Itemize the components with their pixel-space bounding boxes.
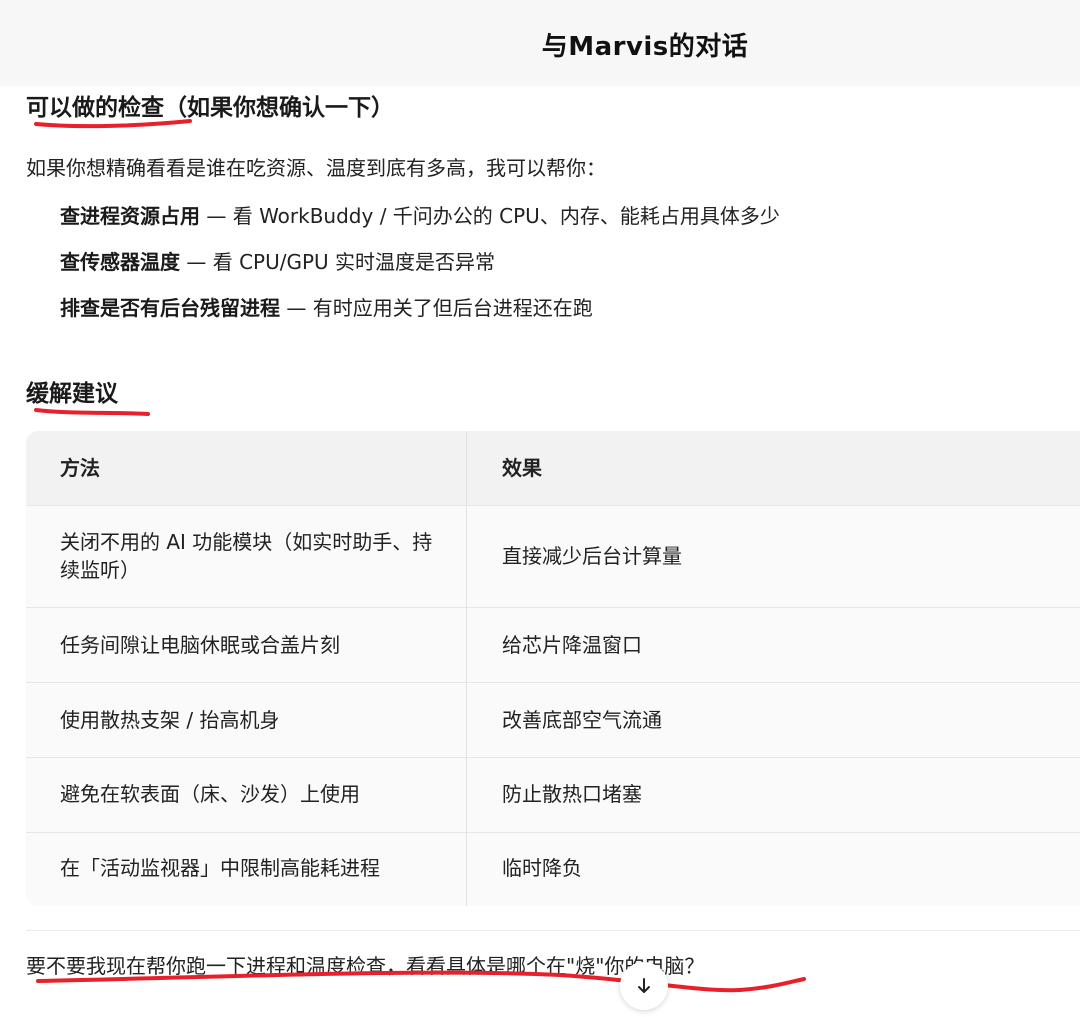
table-header-row: 方法 效果 (26, 431, 1080, 506)
section-heading-advice: 缓解建议 (26, 381, 118, 407)
followup-question: 要不要我现在帮你跑一下进程和温度检查，看看具体是哪个在"烧"你的电脑？ (26, 954, 705, 978)
table-row: 关闭不用的 AI 功能模块（如实时助手、持续监听） 直接减少后台计算量 (26, 506, 1080, 608)
checks-intro: 如果你想精确看看是谁在吃资源、温度到底有多高，我可以帮你： (26, 156, 606, 180)
check-item-desc: — 看 CPU/GPU 实时温度是否异常 (180, 250, 496, 274)
table-cell-effect: 改善底部空气流通 (502, 708, 662, 732)
table-row: 使用散热支架 / 抬高机身 改善底部空气流通 (26, 683, 1080, 758)
table-cell-effect: 给芯片降温窗口 (502, 633, 642, 657)
section-heading-checks: 可以做的检查（如果你想确认一下） (26, 95, 394, 121)
check-item-desc: — 看 WorkBuddy / 千问办公的 CPU、内存、能耗占用具体多少 (200, 204, 780, 228)
table-cell-method: 使用散热支架 / 抬高机身 (60, 708, 280, 732)
check-item: 排查是否有后台残留进程 — 有时应用关了但后台进程还在跑 (60, 292, 593, 321)
table-cell-method: 关闭不用的 AI 功能模块（如实时助手、持续监听） (60, 530, 433, 582)
check-item-title: 查传感器温度 (60, 250, 180, 274)
table-row: 在「活动监视器」中限制高能耗进程 临时降负 (26, 832, 1080, 906)
table-header-effect: 效果 (502, 456, 542, 480)
table-cell-effect: 临时降负 (502, 856, 582, 880)
check-item-title: 查进程资源占用 (60, 204, 200, 228)
divider (26, 930, 1080, 931)
table-cell-effect: 直接减少后台计算量 (502, 544, 682, 568)
check-item-title: 排查是否有后台残留进程 (60, 296, 280, 320)
advice-table: 方法 效果 关闭不用的 AI 功能模块（如实时助手、持续监听） 直接减少后台计算… (26, 431, 1080, 906)
table-cell-effect: 防止散热口堵塞 (502, 782, 642, 806)
table-cell-method: 在「活动监视器」中限制高能耗进程 (60, 856, 380, 880)
check-item-desc: — 有时应用关了但后台进程还在跑 (280, 296, 593, 320)
table-cell-method: 避免在软表面（床、沙发）上使用 (60, 782, 360, 806)
table-cell-method: 任务间隙让电脑休眠或合盖片刻 (60, 633, 340, 657)
underline-advice-heading (34, 408, 150, 416)
table-row: 任务间隙让电脑休眠或合盖片刻 给芯片降温窗口 (26, 608, 1080, 683)
scroll-down-button[interactable] (620, 962, 668, 1010)
chat-title: 与Marvis的对话 (541, 32, 749, 62)
chat-header: 与Marvis的对话 (0, 0, 1080, 86)
table-header-method: 方法 (60, 456, 100, 480)
table-row: 避免在软表面（床、沙发）上使用 防止散热口堵塞 (26, 758, 1080, 833)
check-item: 查进程资源占用 — 看 WorkBuddy / 千问办公的 CPU、内存、能耗占… (60, 200, 780, 229)
table-column-divider (466, 431, 467, 906)
arrow-down-icon (638, 978, 650, 993)
check-item: 查传感器温度 — 看 CPU/GPU 实时温度是否异常 (60, 246, 495, 275)
